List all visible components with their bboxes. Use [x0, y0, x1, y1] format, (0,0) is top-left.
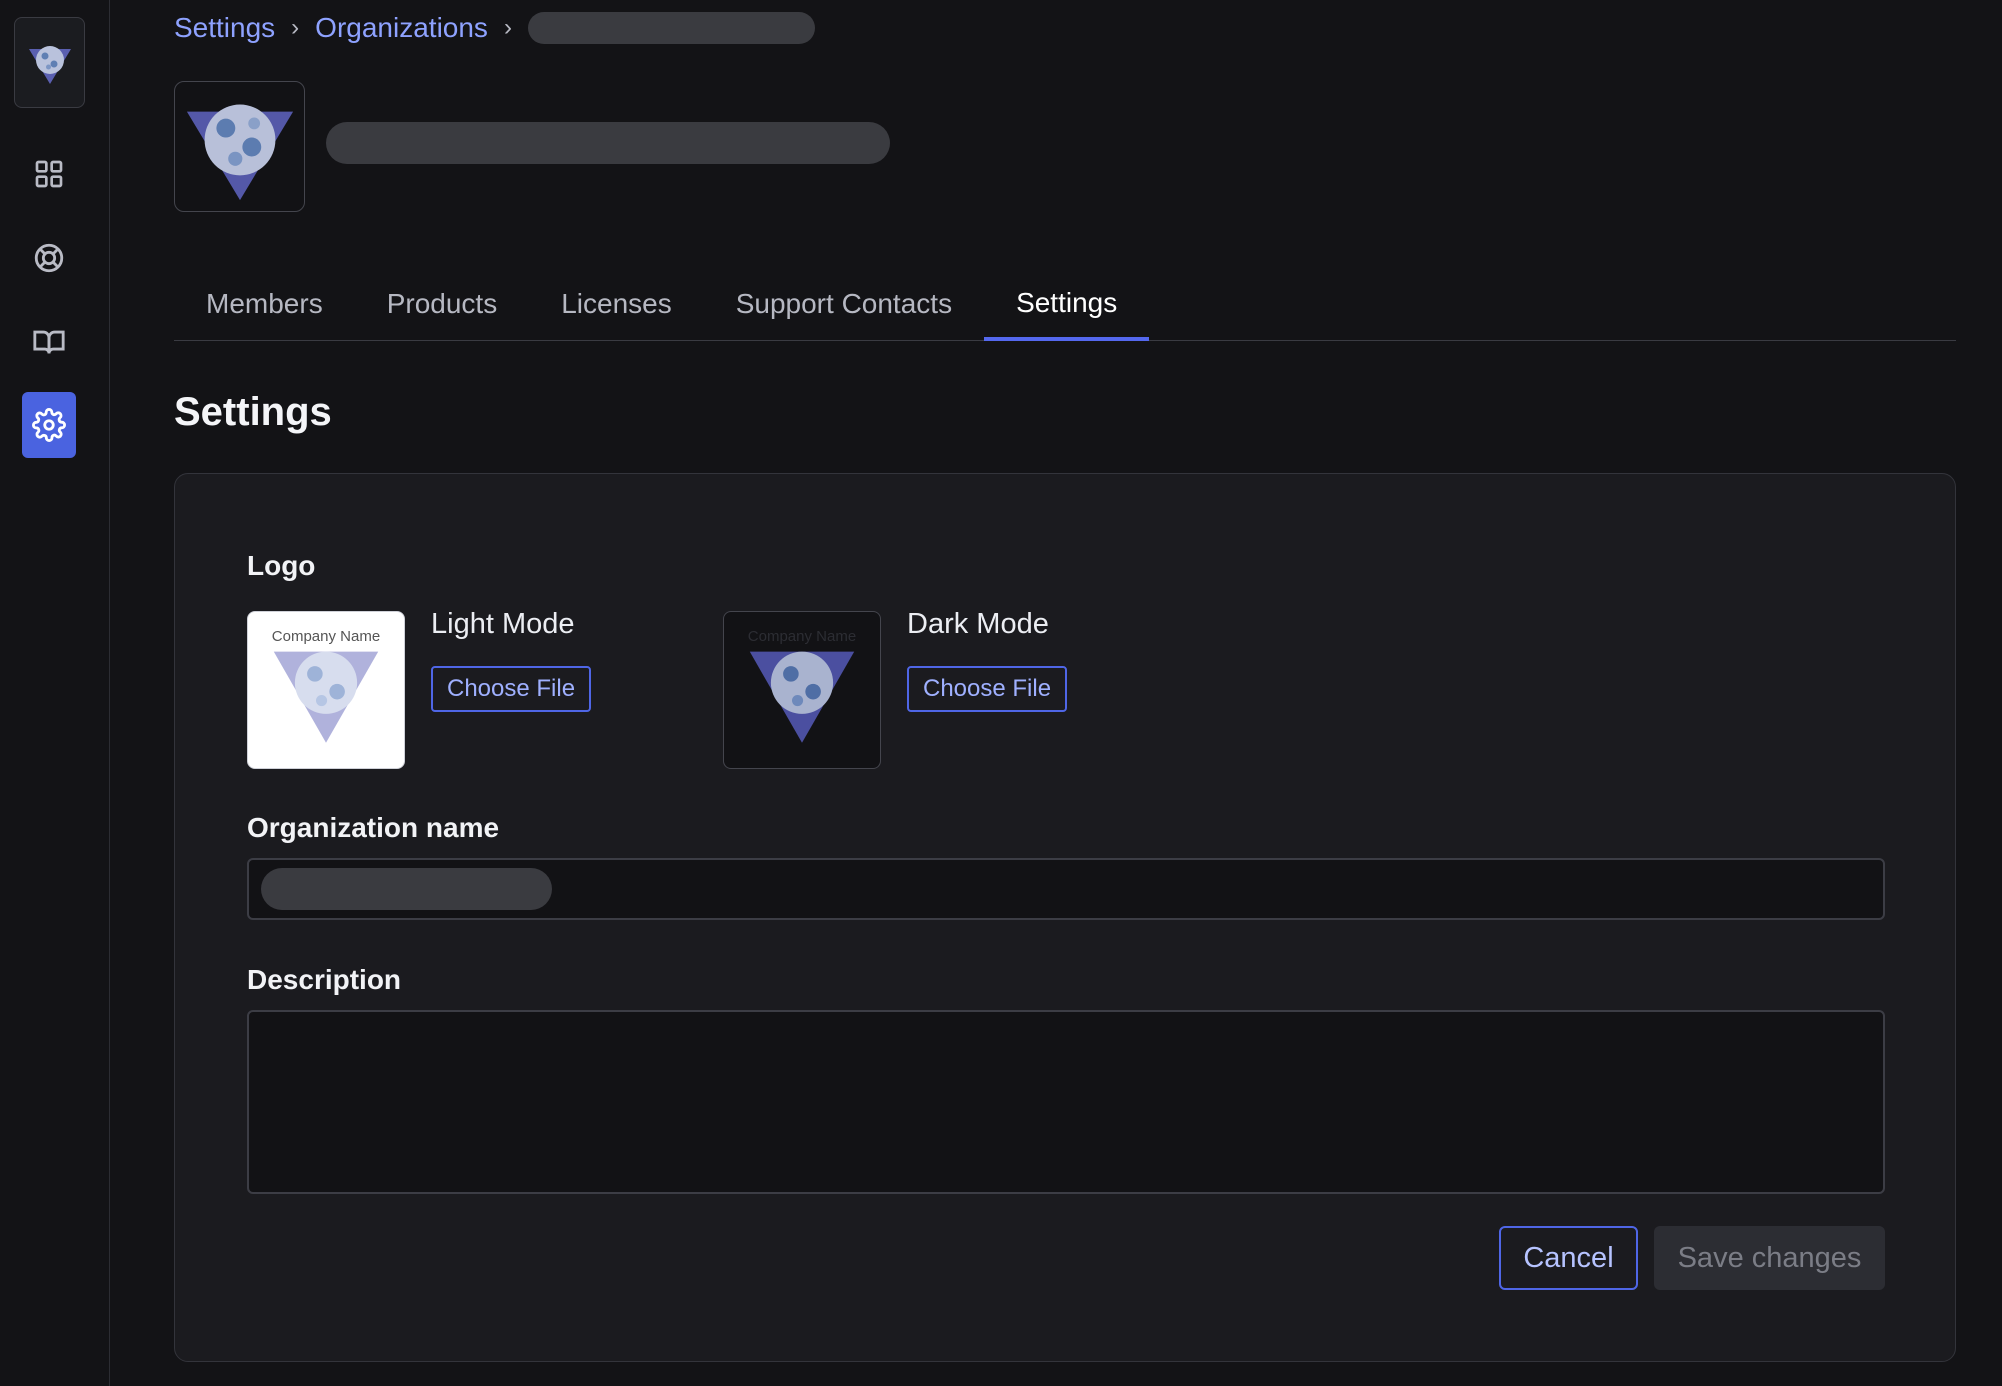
dark-choose-file-button[interactable]: Choose File	[907, 666, 1068, 712]
lifebuoy-icon	[34, 243, 64, 273]
dark-logo-image	[749, 651, 855, 743]
light-mode-label: Light Mode	[431, 608, 575, 640]
breadcrumb-settings[interactable]: Settings	[174, 12, 275, 44]
grid-icon	[35, 160, 63, 188]
sidebar	[0, 0, 110, 1386]
tab-licenses[interactable]: Licenses	[529, 268, 704, 340]
organization-name-label: Organization name	[247, 812, 500, 843]
description-textarea[interactable]	[247, 1010, 1885, 1194]
organization-logo-image	[186, 104, 293, 200]
tab-settings[interactable]: Settings	[984, 268, 1150, 341]
chevron-right-icon: ›	[291, 14, 300, 41]
brand-logo[interactable]	[14, 17, 85, 108]
sidebar-item-support[interactable]	[22, 231, 76, 285]
settings-card: Logo Company Name Light Mode Choose File…	[174, 473, 1956, 1362]
dark-logo-preview: Company Name	[723, 611, 881, 769]
breadcrumb: Settings › Organizations ›	[174, 8, 815, 48]
logo-label: Logo	[247, 550, 316, 581]
organization-name-input[interactable]	[247, 858, 1885, 920]
book-icon	[33, 330, 65, 354]
organization-logo	[174, 81, 305, 212]
organization-name-redacted	[326, 122, 890, 164]
light-logo-image	[273, 651, 379, 743]
cancel-button[interactable]: Cancel	[1499, 1226, 1638, 1290]
tab-bar: Members Products Licenses Support Contac…	[174, 268, 1956, 341]
breadcrumb-organizations[interactable]: Organizations	[315, 12, 488, 44]
tab-support-contacts[interactable]: Support Contacts	[704, 268, 984, 340]
sidebar-item-settings[interactable]	[22, 392, 76, 458]
tab-members[interactable]: Members	[174, 268, 355, 340]
chevron-right-icon: ›	[503, 14, 512, 41]
tab-products[interactable]: Products	[355, 268, 530, 340]
organization-name-value-redacted	[261, 868, 552, 910]
save-changes-button[interactable]: Save changes	[1654, 1226, 1885, 1290]
gear-icon	[32, 408, 66, 442]
description-label: Description	[247, 964, 402, 995]
dark-logo-caption: Company Name	[747, 628, 857, 645]
dark-mode-label: Dark Mode	[907, 608, 1049, 640]
brand-logo-icon	[28, 45, 71, 84]
breadcrumb-current-redacted	[527, 12, 815, 44]
sidebar-item-dashboard[interactable]	[22, 147, 76, 201]
light-logo-caption: Company Name	[271, 628, 381, 645]
light-choose-file-button[interactable]: Choose File	[431, 666, 592, 712]
sidebar-item-docs[interactable]	[22, 315, 76, 369]
page-title: Settings	[174, 390, 332, 434]
light-logo-preview: Company Name	[247, 611, 405, 769]
